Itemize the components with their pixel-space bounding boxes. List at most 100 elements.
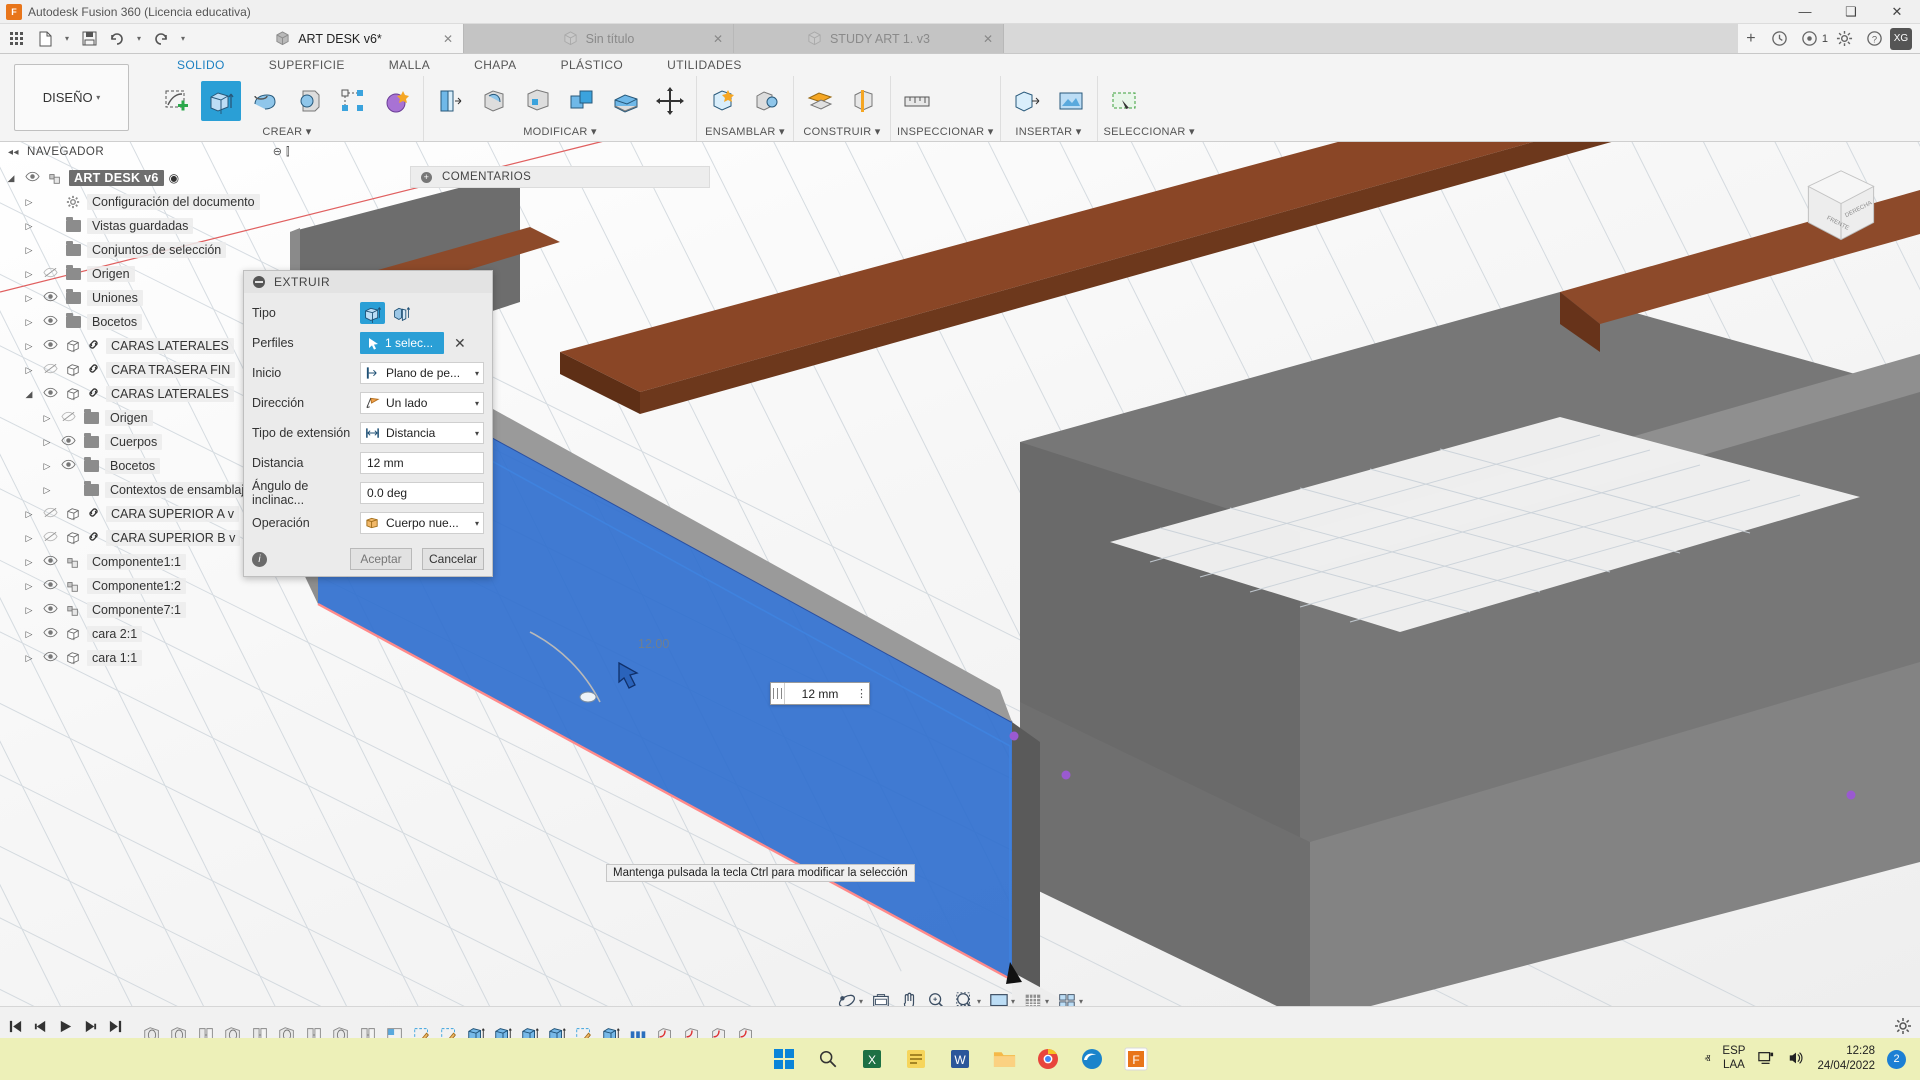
visibility-eye-icon[interactable] [41,627,59,641]
operacion-combo[interactable]: Cuerpo nue... ▾ [360,512,484,534]
settings-gear-icon[interactable] [1830,25,1858,53]
ribbon-tab-utilidades[interactable]: UTILIDADES [645,58,764,72]
twisty-icon[interactable]: ▷ [22,533,36,544]
distancia-input[interactable]: 12 mm [360,452,484,474]
panel-ensamblar-label[interactable]: ENSAMBLAR ▾ [703,125,787,141]
visibility-eye-icon[interactable] [41,339,59,353]
twisty-icon[interactable]: ▷ [22,629,36,640]
eje-icon[interactable] [844,81,884,121]
aceptar-button[interactable]: Aceptar [350,548,412,570]
excel-icon[interactable]: X [857,1044,887,1074]
minimize-button[interactable]: — [1782,0,1828,24]
dimension-value[interactable]: 12 mm [785,687,855,701]
close-button[interactable]: ✕ [1874,0,1920,24]
ribbon-tab-plastico[interactable]: PLÁSTICO [539,58,646,72]
twisty-icon[interactable]: ▷ [40,461,54,472]
search-icon[interactable] [813,1044,843,1074]
twisty-icon[interactable]: ▷ [22,557,36,568]
navigator-options-icon[interactable]: ⊖ ⫿ [273,145,300,159]
chevron-down-icon[interactable]: ▾ [475,399,479,408]
visibility-eye-icon[interactable] [41,315,59,329]
crear-boceto-icon[interactable] [157,81,197,121]
new-file-icon[interactable] [32,26,58,52]
union-icon[interactable] [747,81,787,121]
cancelar-button[interactable]: Cancelar [422,548,484,570]
lienzo-icon[interactable] [1051,81,1091,121]
ribbon-tab-malla[interactable]: MALLA [367,58,452,72]
dimension-input[interactable]: 12 mm ⋮ [770,682,870,705]
panel-modificar-label[interactable]: MODIFICAR ▾ [430,125,690,141]
plus-circle-icon[interactable]: + [421,171,432,183]
visibility-eye-icon[interactable] [23,171,41,185]
document-tab-art-desk[interactable]: ART DESK v6* ✕ [194,24,464,53]
panel-insertar-label[interactable]: INSERTAR ▾ [1007,125,1091,141]
twisty-icon[interactable]: ▷ [22,317,36,328]
clear-selection-icon[interactable]: ✕ [454,335,466,352]
start-windows-icon[interactable] [769,1044,799,1074]
notifications-icon[interactable] [1796,25,1824,53]
skip-end-icon[interactable] [108,1019,123,1037]
navigator-item[interactable]: ▷ Conjuntos de selección [0,238,300,262]
document-tab-study-art[interactable]: STUDY ART 1. v3 ✕ [734,24,1004,53]
nuevo-componente-icon[interactable] [703,81,743,121]
patron-icon[interactable] [333,81,373,121]
ribbon-tab-superficie[interactable]: SUPERFICIE [247,58,367,72]
inicio-combo[interactable]: Plano de pe... ▾ [360,362,484,384]
twisty-icon[interactable]: ▷ [22,197,36,208]
ribbon-tab-solido[interactable]: SOLIDO [155,58,247,72]
twisty-icon[interactable]: ▷ [22,269,36,280]
seleccion-ventana-icon[interactable] [1104,81,1144,121]
word-icon[interactable]: W [945,1044,975,1074]
navigator-item[interactable]: ▷ Componente1:2 [0,574,300,598]
forma-libre-icon[interactable] [377,81,417,121]
extrude-dialog[interactable]: EXTRUIR Tipo Perfiles 1 selec... ✕ Inici… [243,270,493,577]
chevron-down-icon[interactable]: ▾ [475,369,479,378]
visibility-eye-icon[interactable] [41,603,59,617]
panel-construir-label[interactable]: CONSTRUIR ▾ [800,125,884,141]
skip-start-icon[interactable] [8,1019,23,1037]
undo-icon[interactable] [104,26,130,52]
job-status-icon[interactable] [1766,25,1794,53]
twisty-icon[interactable]: ▷ [22,605,36,616]
navigator-item[interactable]: ▷ cara 2:1 [0,622,300,646]
play-icon[interactable] [58,1019,73,1037]
visibility-eye-icon[interactable] [59,459,77,473]
close-icon[interactable]: ✕ [713,32,723,46]
visibility-eye-icon[interactable] [41,387,59,401]
revolucion-icon[interactable] [245,81,285,121]
maximize-button[interactable]: ❑ [1828,0,1874,24]
activate-radio-icon[interactable]: ◉ [169,171,185,185]
ribbon-tab-chapa[interactable]: CHAPA [452,58,538,72]
view-cube[interactable]: FRENTE DERECHA [1798,164,1884,250]
visibility-eye-icon[interactable] [41,531,59,545]
angulo-input[interactable]: 0.0 deg [360,482,484,504]
visibility-eye-icon[interactable] [41,363,59,377]
volume-icon[interactable] [1787,1050,1805,1069]
vaciado-icon[interactable] [474,81,514,121]
panel-inspeccionar-label[interactable]: INSPECCIONAR ▾ [897,125,994,141]
escala-icon[interactable] [562,81,602,121]
barrido-icon[interactable] [289,81,329,121]
sticky-notes-icon[interactable] [901,1044,931,1074]
twisty-icon[interactable]: ▷ [22,245,36,256]
close-icon[interactable]: ✕ [983,32,993,46]
notification-badge[interactable]: 2 [1887,1049,1906,1069]
clock[interactable]: 12:28 24/04/2022 [1817,1044,1875,1074]
chevron-down-icon[interactable]: ▾ [475,519,479,528]
extrude-dialog-titlebar[interactable]: EXTRUIR [244,271,492,293]
file-explorer-icon[interactable] [989,1044,1019,1074]
navigator-item[interactable]: ▷ Componente7:1 [0,598,300,622]
avatar[interactable]: XG [1890,27,1912,50]
visibility-eye-icon[interactable] [41,651,59,665]
workspace-switcher[interactable]: DISEÑO ▾ [14,64,129,131]
document-tab-sin-titulo[interactable]: Sin título ✕ [464,24,734,53]
twisty-icon[interactable]: ▷ [22,509,36,520]
visibility-eye-icon[interactable] [41,555,59,569]
twisty-icon[interactable]: ▷ [22,341,36,352]
twisty-icon[interactable]: ▷ [40,413,54,424]
empalme-icon[interactable] [430,81,470,121]
insertar-derivada-icon[interactable] [1007,81,1047,121]
visibility-eye-icon[interactable] [59,435,77,449]
gear-icon[interactable] [1894,1017,1912,1038]
dimension-menu-icon[interactable]: ⋮ [855,687,869,700]
